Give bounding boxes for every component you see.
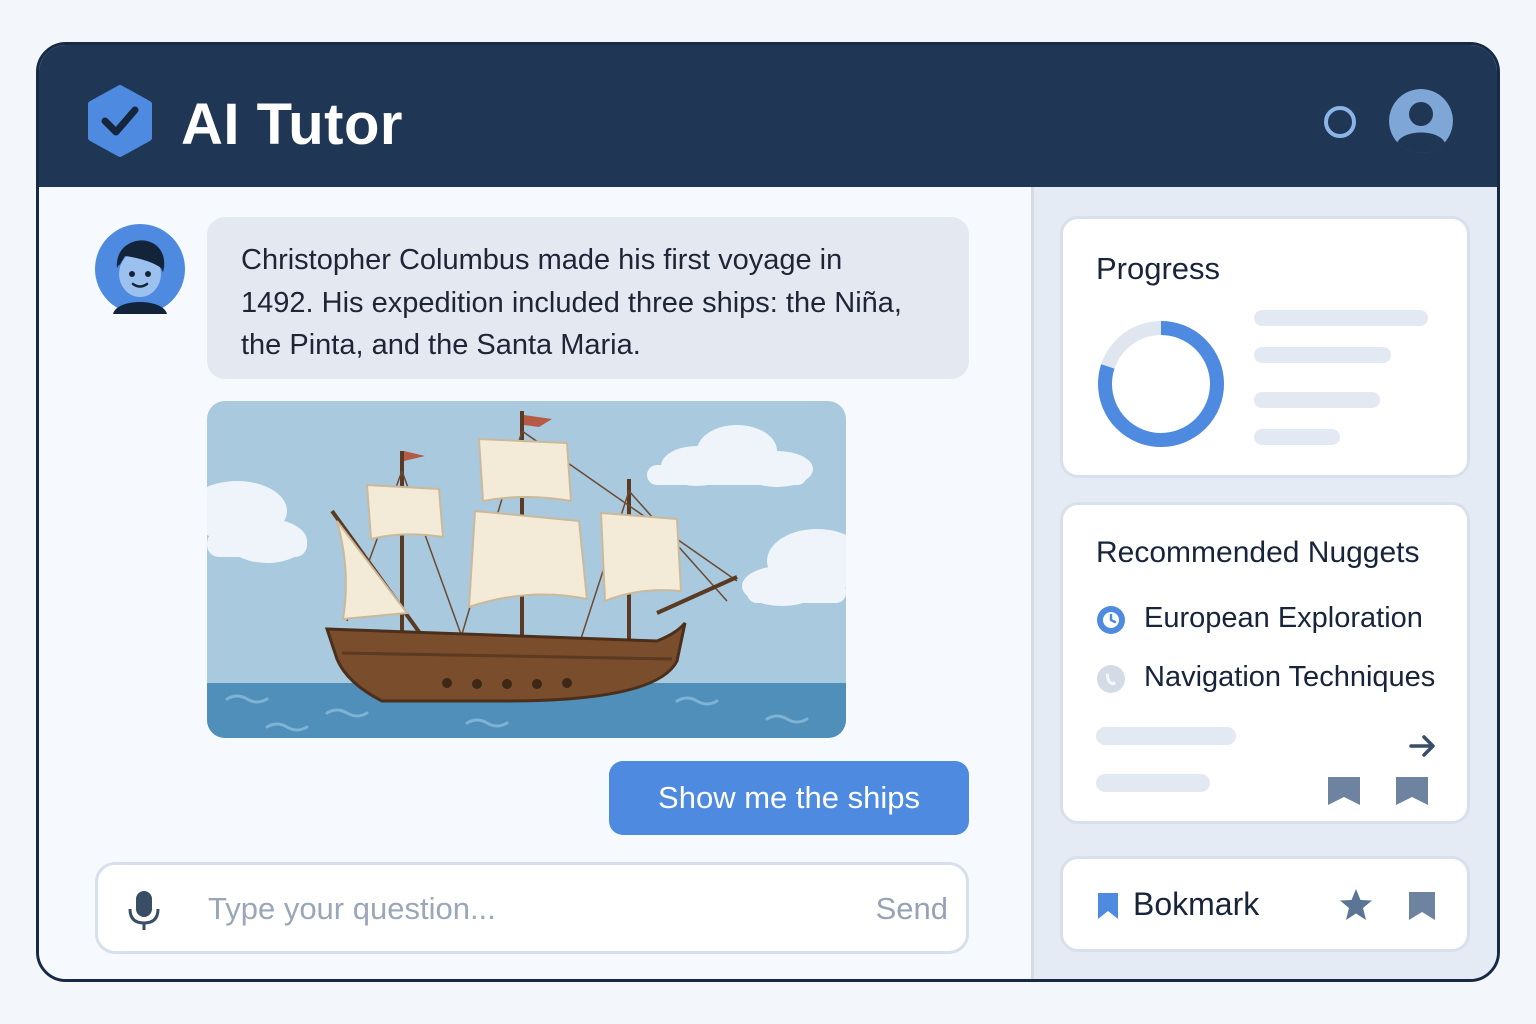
microphone-icon[interactable]	[126, 889, 162, 931]
placeholder-bar	[1254, 392, 1380, 408]
bookmark-icon[interactable]	[1326, 775, 1362, 807]
send-button[interactable]: Send	[876, 891, 948, 927]
message-line: the Pinta, and the Santa Maria.	[241, 329, 641, 361]
bookmark-card: Bokmark	[1060, 856, 1470, 952]
bookmark-icon[interactable]	[1407, 890, 1437, 922]
arrow-right-icon[interactable]	[1408, 733, 1438, 759]
question-input[interactable]	[208, 885, 808, 933]
question-input-bar: Send	[95, 862, 969, 954]
phone-icon	[1097, 665, 1125, 693]
user-avatar-icon[interactable]	[1389, 89, 1453, 153]
placeholder-bar	[1096, 774, 1210, 792]
app-window: AI Tutor Christopher Columbus made his f…	[36, 42, 1500, 982]
progress-donut-chart	[1098, 321, 1224, 447]
placeholder-bar	[1096, 727, 1236, 745]
tutor-avatar-icon	[95, 224, 185, 314]
circle-icon[interactable]	[1324, 106, 1356, 138]
clock-icon	[1097, 606, 1125, 634]
bookmark-icon[interactable]	[1394, 775, 1430, 807]
bookmark-icon	[1098, 893, 1118, 919]
recommended-nuggets-card: Recommended Nuggets European Exploration…	[1060, 502, 1470, 824]
nugget-navigation-techniques[interactable]: Navigation Techniques	[1096, 658, 1456, 698]
placeholder-bar	[1254, 310, 1428, 326]
placeholder-bar	[1254, 347, 1391, 363]
message-line: Christopher Columbus made his first voya…	[241, 244, 843, 276]
header-bar: AI Tutor	[39, 45, 1497, 187]
message-line: 1492. His expedition included three ship…	[241, 286, 902, 319]
nugget-label: European Exploration	[1144, 602, 1423, 634]
user-reply-bubble[interactable]: Show me the ships	[609, 761, 969, 835]
shield-check-icon	[88, 85, 152, 157]
nugget-label: Navigation Techniques	[1144, 661, 1436, 693]
nugget-european-exploration[interactable]: European Exploration	[1096, 599, 1456, 639]
app-title: AI Tutor	[181, 92, 403, 157]
nuggets-title: Recommended Nuggets	[1096, 536, 1420, 569]
tutor-message-bubble: Christopher Columbus made his first voya…	[207, 217, 969, 379]
progress-title: Progress	[1096, 251, 1221, 286]
progress-card: Progress	[1060, 216, 1470, 478]
sailing-ship-illustration	[207, 401, 846, 738]
chat-panel: Christopher Columbus made his first voya…	[39, 187, 1031, 979]
sidebar: Progress Recommended Nuggets European Ex…	[1031, 187, 1497, 979]
placeholder-bar	[1254, 429, 1340, 445]
star-icon[interactable]	[1338, 887, 1374, 923]
bookmark-button[interactable]: Bokmark	[1133, 886, 1259, 923]
